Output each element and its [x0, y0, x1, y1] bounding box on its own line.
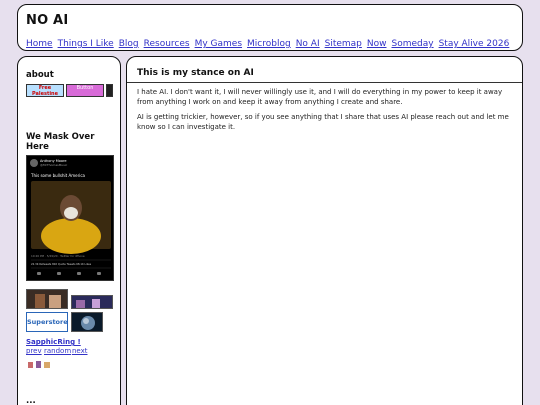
- paragraph-1: I hate AI. I don't want it, I will never…: [137, 88, 503, 106]
- nav-stay-alive-2026[interactable]: Stay Alive 2026: [439, 39, 510, 49]
- pixel-art-badge[interactable]: [26, 356, 56, 368]
- we-mask-heading: We Mask Over Here: [26, 132, 95, 152]
- ring-prev-link[interactable]: prev: [26, 347, 42, 355]
- face-mask: [64, 207, 78, 219]
- photo-image: [35, 294, 61, 308]
- main-nav: Home Things I Like Blog Resources My Games Mi…: [26, 31, 514, 50]
- nav-microblog[interactable]: Microblog: [247, 39, 291, 49]
- pixel-characters-icon: [28, 361, 50, 368]
- about-heading: about: [26, 70, 54, 80]
- tweet-screenshot: Anthony Moore @MrThomasMusic This some b…: [26, 155, 114, 281]
- tweet-handle: @MrThomasMusic: [40, 163, 68, 167]
- tweet-avatar: [30, 159, 38, 167]
- site-title: NO AI: [26, 13, 69, 28]
- tweet-action-icons: [37, 272, 101, 275]
- site-header: NO AI Home Things I Like Blog Resources My G…: [17, 4, 523, 51]
- page-heading: This is my stance on AI: [137, 68, 254, 78]
- superstore-thumb[interactable]: Superstore: [26, 312, 68, 332]
- sidebar: about Free Palestine Now!!! Button We Ma…: [17, 56, 121, 405]
- main-content: This is my stance on AI I hate AI. I don…: [126, 56, 523, 405]
- nav-sitemap[interactable]: Sitemap: [325, 39, 362, 49]
- heading-divider: [127, 82, 522, 83]
- nav-home[interactable]: Home: [26, 39, 53, 49]
- nav-blog[interactable]: Blog: [119, 39, 139, 49]
- paragraph-2: AI is getting trickier, however, so if y…: [137, 113, 509, 131]
- pink-button-badge[interactable]: Button: [66, 84, 104, 97]
- nav-resources[interactable]: Resources: [144, 39, 190, 49]
- thumb-photo-2[interactable]: [71, 295, 113, 309]
- free-palestine-badge[interactable]: Free Palestine Now!!!: [26, 84, 64, 97]
- sapphic-ring-link[interactable]: SapphicRing !: [26, 338, 81, 346]
- nav-someday[interactable]: Someday: [392, 39, 434, 49]
- nav-no-ai[interactable]: No AI: [296, 39, 320, 49]
- ring-next-link[interactable]: next: [72, 347, 88, 355]
- yellow-hoodie: [41, 218, 101, 254]
- dark-badge[interactable]: [106, 84, 113, 97]
- photo-image: [76, 299, 100, 308]
- nav-my-games[interactable]: My Games: [195, 39, 242, 49]
- next-section-heading: ...: [26, 396, 36, 405]
- tweet-stats: 22.3K Retweets 802 Quote Tweets 68.1K Li…: [31, 262, 92, 266]
- ring-random-link[interactable]: random: [44, 347, 71, 355]
- thumb-earth[interactable]: [71, 312, 103, 332]
- tweet-text: This some bullshit America: [30, 173, 86, 178]
- tweet-time: 10:26 PM · 5/29/20 · Twitter for iPhone: [31, 254, 85, 258]
- nav-things-i-like[interactable]: Things I Like: [58, 39, 114, 49]
- tweet-image: Anthony Moore @MrThomasMusic This some b…: [30, 159, 111, 275]
- nav-now[interactable]: Now: [367, 39, 387, 49]
- thumb-photo-1[interactable]: [26, 289, 68, 309]
- earth-icon: [81, 316, 95, 330]
